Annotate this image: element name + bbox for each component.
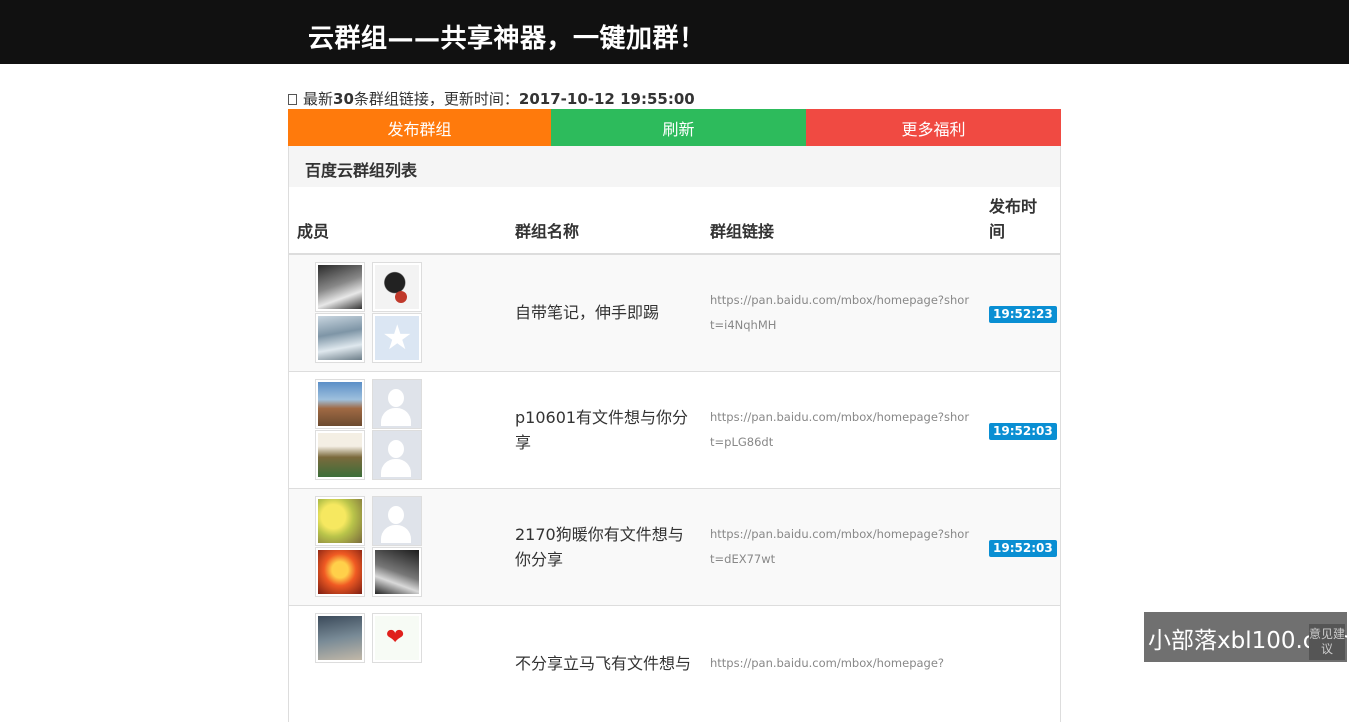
avatar[interactable] [372, 262, 422, 313]
top-header-bar: 云群组——共享神器，一键加群！ [0, 0, 1349, 64]
document-icon [288, 94, 297, 105]
group-name: 2170狗暖你有文件想与你分享 [507, 487, 702, 605]
members-cell [289, 487, 507, 605]
avatar[interactable] [315, 262, 365, 313]
members-cell [289, 370, 507, 488]
header-members: 成员 [289, 187, 507, 255]
header-group-link: 群组链接 [702, 187, 981, 255]
avatar[interactable] [315, 313, 365, 364]
group-name: 不分享立马飞有文件想与 [507, 604, 702, 722]
group-table: 成员 群组名称 群组链接 发布时间 自带 [289, 187, 1060, 722]
update-info: 最新30条群组链接，更新时间：2017-10-12 19:55:00 [288, 64, 1061, 109]
group-link[interactable]: https://pan.baidu.com/mbox/homepage?shor… [702, 253, 981, 371]
avatar[interactable] [372, 613, 422, 664]
group-link[interactable]: https://pan.baidu.com/mbox/homepage?shor… [702, 370, 981, 488]
table-row: 自带笔记，伸手即踢 https://pan.baidu.com/mbox/hom… [289, 253, 1060, 371]
more-benefits-button[interactable]: 更多福利 [806, 109, 1061, 146]
site-title: 云群组——共享神器，一键加群！ [308, 24, 706, 54]
info-count: 30 [333, 90, 354, 108]
group-name: 自带笔记，伸手即踢 [507, 253, 702, 371]
group-link[interactable]: https://pan.baidu.com/mbox/homepage?shor… [702, 487, 981, 605]
avatar[interactable] [315, 547, 365, 597]
avatar[interactable] [315, 613, 365, 664]
time-badge: 19:52:23 [989, 305, 1057, 323]
panel-title: 百度云群组列表 [289, 146, 1060, 187]
avatar[interactable] [372, 379, 422, 429]
avatar[interactable] [372, 496, 422, 546]
info-updated-time: 2017-10-12 19:55:00 [518, 90, 695, 108]
avatar[interactable] [372, 430, 422, 480]
table-row: 2170狗暖你有文件想与你分享 https://pan.baidu.com/mb… [289, 487, 1060, 605]
header-group-name: 群组名称 [507, 187, 702, 255]
info-middle: 条群组链接，更新时间： [353, 90, 519, 108]
group-name: p10601有文件想与你分享 [507, 370, 702, 488]
info-prefix: 最新 [303, 90, 334, 108]
avatar[interactable] [315, 496, 365, 546]
table-row: p10601有文件想与你分享 https://pan.baidu.com/mbo… [289, 370, 1060, 488]
avatar[interactable] [372, 547, 422, 597]
action-bar: 发布群组 刷新 更多福利 [288, 109, 1061, 146]
avatar[interactable] [315, 430, 365, 480]
main-content: 最新30条群组链接，更新时间：2017-10-12 19:55:00 发布群组 … [288, 64, 1061, 722]
avatar[interactable] [372, 313, 422, 364]
time-badge: 19:52:03 [989, 422, 1057, 440]
members-cell [289, 253, 507, 371]
site-watermark: 小部落xbl100.com 意见建议 [1144, 612, 1349, 662]
time-badge: 19:52:03 [989, 539, 1057, 557]
members-cell [289, 604, 507, 722]
group-link[interactable]: https://pan.baidu.com/mbox/homepage? [702, 604, 981, 722]
avatar[interactable] [315, 379, 365, 429]
suggestion-button[interactable]: 意见建议 [1309, 624, 1345, 660]
group-list-panel: 百度云群组列表 成员 群组名称 群组链接 发布时间 ★ 自带笔记，伸手即踢 ht… [288, 146, 1061, 722]
refresh-button[interactable]: 刷新 [551, 109, 806, 146]
publish-group-button[interactable]: 发布群组 [288, 109, 551, 146]
header-publish-time: 发布时间 [981, 187, 1060, 255]
table-header-row: 成员 群组名称 群组链接 发布时间 [289, 187, 1060, 255]
table-row: 不分享立马飞有文件想与 https://pan.baidu.com/mbox/h… [289, 604, 1060, 722]
